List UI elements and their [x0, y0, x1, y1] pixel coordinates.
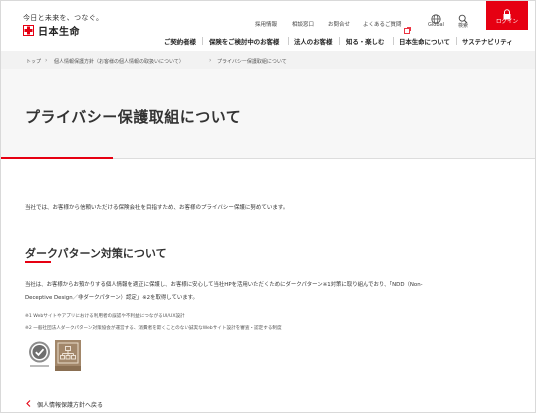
breadcrumb-current: プライバシー保護取組について	[217, 59, 287, 65]
breadcrumb-separator-icon: ›	[45, 57, 48, 64]
section-heading: ダークパターン対策について	[25, 247, 167, 260]
nav-learn-enjoy[interactable]: 知る・楽しむ	[346, 37, 384, 46]
util-link-faq[interactable]: よくあるご質問	[363, 20, 402, 28]
chevron-left-icon	[26, 400, 31, 409]
logo-mark-icon	[23, 25, 34, 36]
nav-divider	[393, 37, 394, 45]
search-icon[interactable]	[458, 9, 468, 24]
nav-policyholders[interactable]: ご契約者様	[164, 37, 196, 46]
intro-text: 当社では、お客様から信頼いただける保険会社を目指すため、お客様のプライバシー保護…	[25, 205, 289, 211]
nav-sustainability[interactable]: サステナビリティ	[462, 37, 513, 46]
globe-icon[interactable]	[431, 9, 441, 24]
section-body-line-2: Deceptive Design／非ダークパターン）認定」※2を取得しています。	[25, 295, 198, 301]
nav-divider	[288, 37, 289, 45]
nav-divider	[456, 37, 457, 45]
badge-footer-stripe	[55, 366, 81, 371]
external-link-icon	[404, 19, 411, 38]
nav-divider	[339, 37, 340, 45]
logo-text: 日本生命	[38, 27, 80, 38]
page-title: プライバシー保護取組について	[25, 108, 242, 126]
util-link-careers[interactable]: 採用情報	[255, 20, 277, 28]
breadcrumb-privacy-policy[interactable]: 個人情報保護方針（お客様の個人情報の取扱いについて）	[54, 58, 184, 65]
section-body-line-1: 当社は、お客様からお預かりする個人情報を適正に保護し、お客様に安心して当社HPを…	[25, 282, 423, 288]
footnote-2: ※2 一般社団法人ダークパターン対策協会が運営する、消費者を欺くことのない誠実な…	[25, 326, 282, 331]
back-to-privacy-policy-link[interactable]: 個人情報保護方針へ戻る	[26, 400, 103, 409]
search-label[interactable]: 検索	[458, 22, 468, 29]
page-frame: 今日と未来を、つなぐ。 日本生命 採用情報 相談窓口 お問合せ よくあるご質問 …	[0, 0, 536, 413]
back-link-label: 個人情報保護方針へ戻る	[37, 402, 104, 409]
ndd-certification-badge	[27, 340, 52, 370]
nav-corporate-customers[interactable]: 法人のお客様	[294, 37, 332, 46]
site-header: 今日と未来を、つなぐ。 日本生命 採用情報 相談窓口 お問合せ よくあるご質問 …	[1, 1, 535, 51]
brand-tagline: 今日と未来を、つなぐ。	[23, 14, 104, 22]
certification-logo-badge	[55, 340, 81, 368]
nav-divider	[202, 37, 203, 45]
nav-about-company[interactable]: 日本生命について	[399, 37, 450, 46]
login-button[interactable]: ログイン	[486, 1, 528, 30]
company-logo[interactable]: 日本生命	[23, 23, 80, 38]
title-accent-bar	[1, 157, 113, 159]
section-heading-accent	[25, 261, 51, 263]
global-label[interactable]: Global	[428, 22, 444, 28]
login-label: ログイン	[495, 19, 518, 25]
util-link-contact[interactable]: お問合せ	[328, 20, 350, 28]
util-link-consultation[interactable]: 相談窓口	[292, 20, 314, 28]
nav-prospective-customers[interactable]: 保険をご検討中のお客様	[209, 37, 279, 46]
breadcrumb-separator-icon: ›	[209, 57, 212, 64]
breadcrumb-home[interactable]: トップ	[26, 58, 41, 65]
footnote-1: ※1 Webサイトやアプリにおける利用者の誤認や不利益につながるUI/UX設計	[25, 314, 185, 319]
